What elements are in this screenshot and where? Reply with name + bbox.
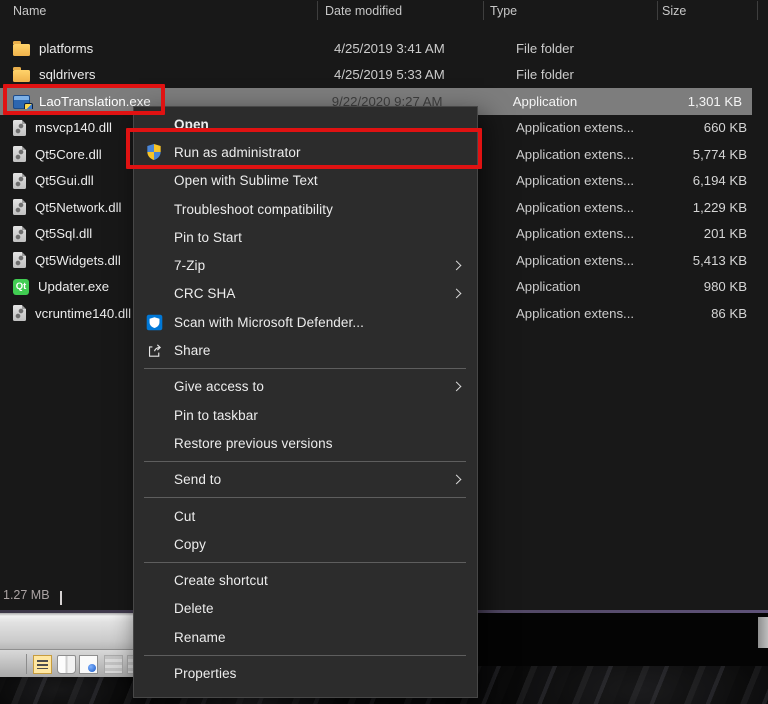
menu-item-pin-to-taskbar[interactable]: Pin to taskbar — [134, 401, 477, 429]
menu-item-create-shortcut[interactable]: Create shortcut — [134, 566, 477, 594]
annotation-box-filename — [3, 84, 165, 115]
dll-file-icon — [13, 305, 26, 321]
column-header-type[interactable]: Type — [483, 0, 657, 21]
web-layout-view-icon[interactable] — [79, 655, 98, 674]
menu-separator — [144, 562, 466, 563]
desktop-wallpaper: Name Date modified Type Size platforms 4… — [0, 0, 768, 704]
column-header-size[interactable]: Size — [657, 0, 757, 21]
book-view-icon[interactable] — [57, 655, 76, 674]
submenu-chevron-icon — [452, 474, 462, 484]
file-row-platforms[interactable]: platforms 4/25/2019 3:41 AM File folder — [0, 35, 768, 62]
submenu-chevron-icon — [452, 381, 462, 391]
submenu-chevron-icon — [452, 288, 462, 298]
menu-item-cut[interactable]: Cut — [134, 502, 477, 530]
menu-separator — [144, 461, 466, 462]
menu-item-pin-to-start[interactable]: Pin to Start — [134, 223, 477, 251]
column-divider[interactable] — [483, 1, 484, 20]
column-header-date-modified[interactable]: Date modified — [317, 0, 483, 21]
menu-item-restore-previous-versions[interactable]: Restore previous versions — [134, 429, 477, 457]
share-icon — [142, 341, 166, 361]
column-divider[interactable] — [657, 1, 658, 20]
menu-item-scan-with-microsoft-defender[interactable]: Scan with Microsoft Defender... — [134, 308, 477, 336]
dll-file-icon — [13, 252, 26, 268]
outline-view-icon[interactable] — [104, 655, 123, 674]
menu-item-send-to[interactable]: Send to — [134, 466, 477, 494]
menu-separator — [144, 368, 466, 369]
context-menu: Open Run as administrator Open with Subl… — [133, 106, 478, 698]
status-bar-size: 1.27 MB — [3, 588, 50, 602]
menu-item-give-access-to[interactable]: Give access to — [134, 373, 477, 401]
menu-item-delete[interactable]: Delete — [134, 595, 477, 623]
normal-view-icon[interactable] — [33, 655, 52, 674]
dll-file-icon — [13, 173, 26, 189]
menu-item-troubleshoot-compatibility[interactable]: Troubleshoot compatibility — [134, 195, 477, 223]
column-header-row: Name Date modified Type Size — [0, 0, 768, 21]
submenu-chevron-icon — [452, 260, 462, 270]
console-scrollbar-tab[interactable] — [758, 617, 768, 648]
column-header-name[interactable]: Name — [0, 0, 317, 21]
menu-item-rename[interactable]: Rename — [134, 623, 477, 651]
menu-item-copy[interactable]: Copy — [134, 530, 477, 558]
status-bar-divider — [60, 591, 62, 605]
column-divider[interactable] — [757, 1, 758, 20]
folder-icon — [13, 70, 30, 82]
menu-item-crc-sha[interactable]: CRC SHA — [134, 280, 477, 308]
dll-file-icon — [13, 120, 26, 136]
dll-file-icon — [13, 146, 26, 162]
menu-item-properties[interactable]: Properties — [134, 659, 477, 687]
menu-item-open-with-sublime-text[interactable]: Open with Sublime Text — [134, 167, 477, 195]
folder-icon — [13, 44, 30, 56]
dll-file-icon — [13, 226, 26, 242]
qt-app-icon: Qt — [13, 279, 29, 295]
menu-item-share[interactable]: Share — [134, 336, 477, 364]
column-divider[interactable] — [317, 1, 318, 20]
defender-shield-icon — [142, 312, 166, 332]
menu-separator — [144, 655, 466, 656]
toolbar-divider — [26, 654, 27, 674]
menu-separator — [144, 497, 466, 498]
dll-file-icon — [13, 199, 26, 215]
menu-item-7-zip[interactable]: 7-Zip — [134, 251, 477, 279]
annotation-box-run-as-administrator — [126, 128, 482, 169]
